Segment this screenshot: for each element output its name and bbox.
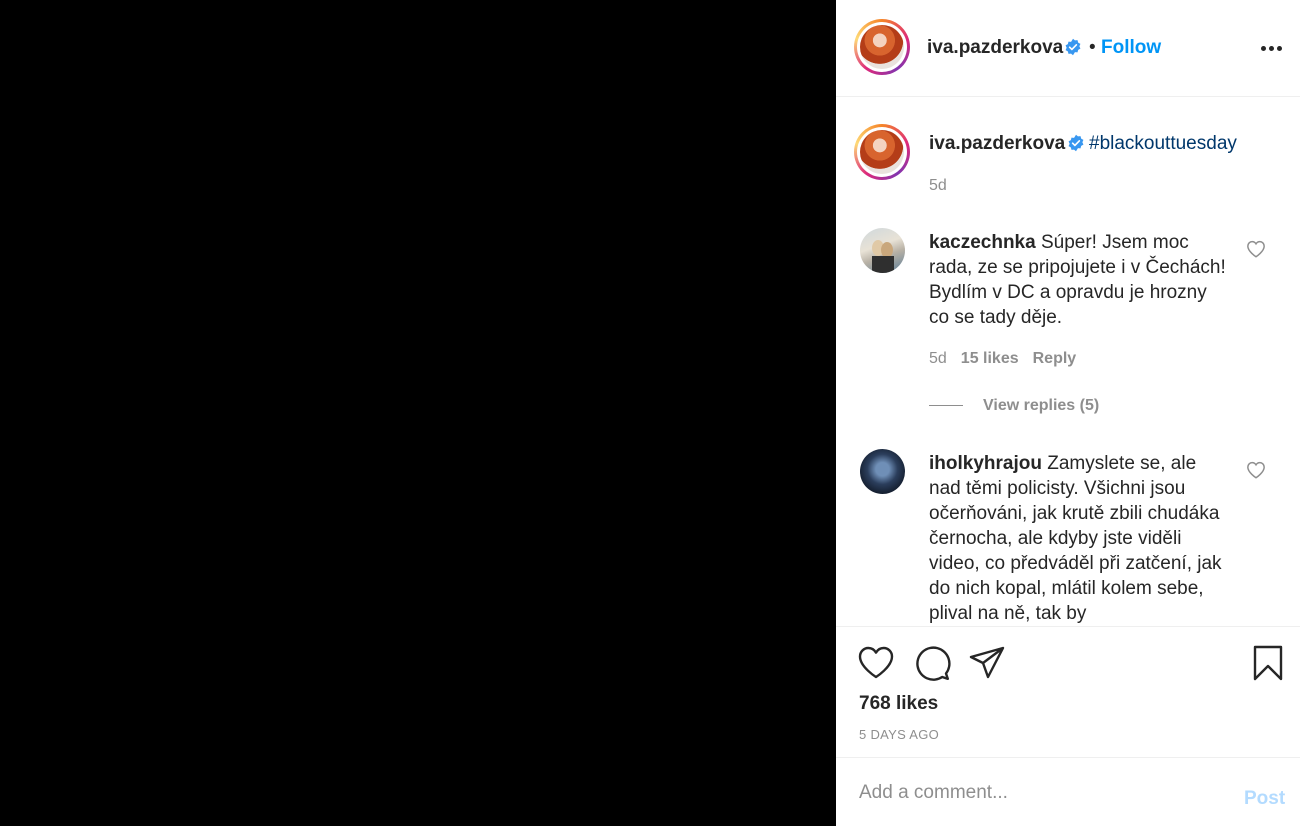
verified-badge-icon [1067,134,1085,157]
author-username[interactable]: iva.pazderkova [927,37,1063,59]
comment-like-heart-icon[interactable] [1246,461,1266,479]
commenter-avatar[interactable] [860,228,905,273]
caption-hashtag-link[interactable]: #blackouttuesday [1089,133,1237,155]
comment-bubble-icon[interactable] [913,644,951,682]
post-side-panel: iva.pazderkova • Follow iva.pazderkova #… [836,0,1300,826]
add-comment-bar: Post [836,758,1300,826]
comment-likes-count[interactable]: 15 likes [961,350,1019,367]
comment-body: iholkyhrajou Zamyslete se, ale nad těmi … [929,451,1229,626]
comment-meta: 5d 15 likes Reply [929,350,1090,368]
caption-timestamp[interactable]: 5d [929,177,947,195]
comment-username[interactable]: iholkyhrajou [929,453,1042,474]
comment-text: Zamyslete se, ale nad těmi policisty. Vš… [929,453,1222,624]
comments-list[interactable]: iva.pazderkova #blackouttuesday 5d kacze… [836,97,1300,626]
caption-username[interactable]: iva.pazderkova [929,133,1065,155]
verified-badge-icon [1064,38,1082,61]
commenter-avatar[interactable] [860,449,905,494]
author-avatar[interactable] [854,19,910,75]
post-likes-count[interactable]: 768 likes [859,693,938,715]
more-options-icon[interactable] [1256,36,1286,60]
comment-timestamp[interactable]: 5d [929,350,947,367]
post-header: iva.pazderkova • Follow [836,0,1300,97]
post-comment-button[interactable]: Post [1244,788,1285,810]
post-age[interactable]: 5 DAYS AGO [859,727,939,742]
share-send-icon[interactable] [968,644,1006,682]
reply-button[interactable]: Reply [1033,350,1077,367]
comment-like-heart-icon[interactable] [1246,240,1266,258]
like-heart-icon[interactable] [857,644,895,682]
save-bookmark-icon[interactable] [1249,644,1287,682]
follow-button[interactable]: Follow [1101,37,1161,59]
view-replies-label: View replies (5) [983,397,1100,414]
caption-author-avatar[interactable] [854,124,910,180]
post-media[interactable] [0,0,836,826]
header-separator: • [1089,37,1096,58]
comment-input[interactable] [859,778,1219,808]
post-actions: 768 likes 5 DAYS AGO [836,626,1300,758]
replies-divider-line [929,405,963,407]
comment-username[interactable]: kaczechnka [929,232,1036,253]
comment-body: kaczechnka Súper! Jsem moc rada, ze se p… [929,230,1229,330]
view-replies-button[interactable]: View replies (5) [929,397,1099,415]
